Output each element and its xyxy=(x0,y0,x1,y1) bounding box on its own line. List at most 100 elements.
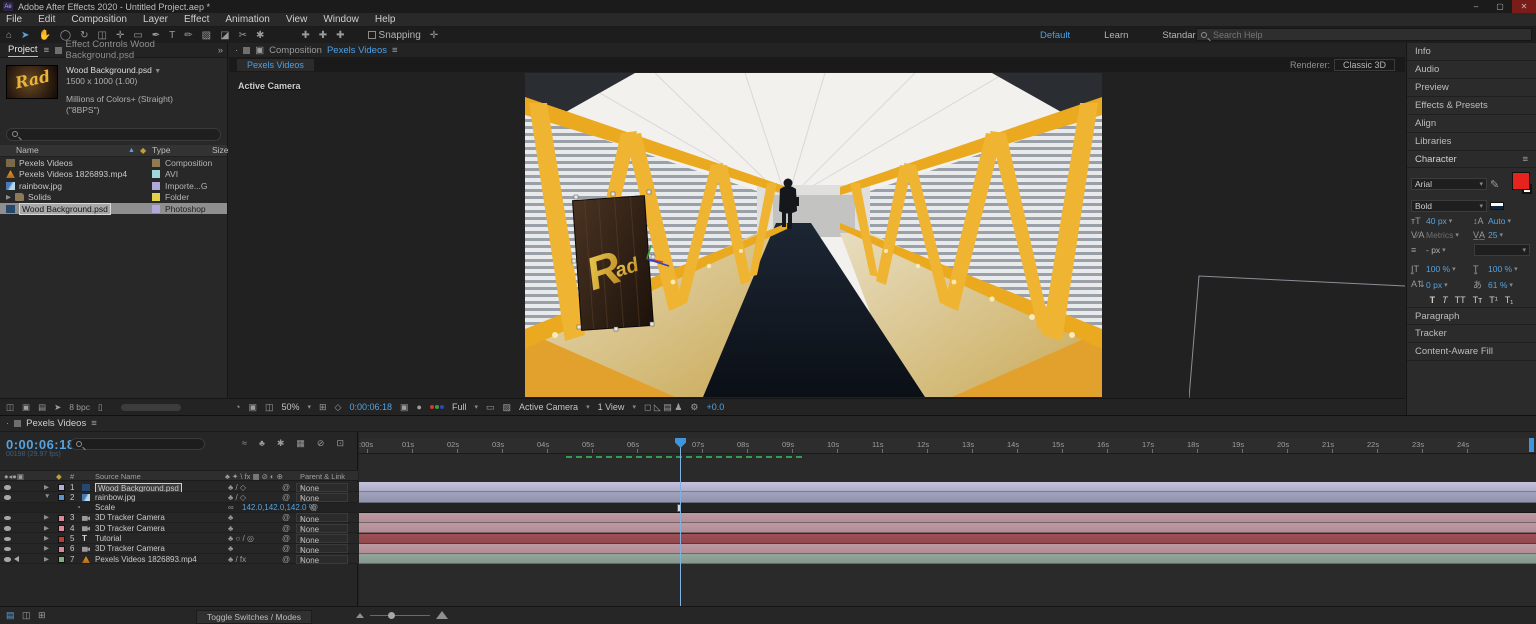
label-chip[interactable] xyxy=(58,556,65,563)
delete-icon[interactable]: ▯ xyxy=(98,402,103,413)
draft-3d-icon[interactable]: ♣ xyxy=(259,438,265,449)
expand-arrow-icon[interactable]: ▶ xyxy=(44,555,49,563)
menu-help[interactable]: Help xyxy=(375,14,396,25)
track-bar-7[interactable] xyxy=(359,554,1536,564)
snap-options-icon[interactable]: ✛ xyxy=(430,30,438,41)
parent-select[interactable]: None▾ xyxy=(296,524,348,533)
column-size[interactable]: Size xyxy=(212,145,229,155)
panel-character-header[interactable]: Character ≡ xyxy=(1407,151,1536,168)
footage-name[interactable]: Wood Background.psd xyxy=(66,65,152,75)
workspace-default[interactable]: Default xyxy=(1040,30,1070,41)
playhead-line[interactable] xyxy=(680,438,681,606)
font-family-select[interactable]: Arial ▾ xyxy=(1411,178,1487,190)
column-type[interactable]: Type xyxy=(152,145,170,155)
new-folder-icon[interactable]: ▣ xyxy=(22,402,30,413)
pickwhip-icon[interactable]: @ xyxy=(310,503,318,512)
eyedropper-icon[interactable]: ✎ xyxy=(1490,178,1503,191)
menu-file[interactable]: File xyxy=(6,14,22,25)
panel-paragraph[interactable]: Paragraph xyxy=(1407,307,1536,325)
stroke-width-value[interactable]: - px xyxy=(1426,245,1440,255)
roto-brush-tool-icon[interactable]: ✂ xyxy=(239,30,247,41)
view-select[interactable]: Active Camera xyxy=(519,402,578,412)
menu-effect[interactable]: Effect xyxy=(184,14,209,25)
channel-icon[interactable] xyxy=(430,405,444,409)
scale-value[interactable]: 142.0,142.0,142.0 % xyxy=(242,503,316,512)
pickwhip-icon[interactable]: @ xyxy=(282,483,290,492)
viewer-tab-pexels-videos[interactable]: Pexels Videos xyxy=(237,59,314,71)
expand-arrow-icon[interactable]: ▶ xyxy=(44,534,49,542)
pickwhip-icon[interactable]: @ xyxy=(282,534,290,543)
layer-row-7[interactable]: ▶ 7 Pexels Videos 1826893.mp4 ♣ / fx @ N… xyxy=(0,554,358,564)
composition-tab-label[interactable]: Composition xyxy=(269,45,322,56)
label-chip[interactable] xyxy=(58,536,65,543)
panel-libraries[interactable]: Libraries xyxy=(1407,133,1536,151)
snapping-checkbox[interactable] xyxy=(368,31,376,39)
tab-overflow-icon[interactable]: » xyxy=(218,45,223,56)
snapshot-icon[interactable]: ▣ xyxy=(400,402,409,413)
parent-select[interactable]: None▾ xyxy=(296,483,348,492)
scale-property-row[interactable]: ◔ Scale ∞ 142.0,142.0,142.0 % @ xyxy=(0,503,358,513)
column-name[interactable]: Name xyxy=(16,145,39,155)
baseline-shift-value[interactable]: 0 px xyxy=(1426,280,1442,290)
main-viewer-icon[interactable]: ▣ xyxy=(248,402,257,413)
all-caps-button[interactable]: TT xyxy=(1455,295,1466,305)
expand-arrow-icon[interactable]: ▶ xyxy=(44,513,49,521)
layer-switches[interactable]: ♣ / ◇ xyxy=(228,483,246,492)
panel-menu-icon[interactable]: ≡ xyxy=(392,45,398,56)
show-snapshot-icon[interactable]: ● xyxy=(417,402,422,412)
menu-layer[interactable]: Layer xyxy=(143,14,168,25)
current-time-display[interactable]: 0:00:06:18 xyxy=(349,402,392,412)
expand-arrow-icon[interactable]: ▶ xyxy=(44,544,49,552)
layer-row-5[interactable]: ▶ 5 T Tutorial ♣ ○ / ◎ @ None▾ xyxy=(0,534,358,544)
layer-switches[interactable]: ♣ xyxy=(228,513,233,522)
layer-switches[interactable]: ♣ xyxy=(228,544,233,553)
search-help-input[interactable] xyxy=(1211,29,1501,41)
panel-align[interactable]: Align xyxy=(1407,115,1536,133)
snapping-toggle[interactable]: Snapping xyxy=(368,30,421,41)
frame-blending-icon[interactable]: ▦ xyxy=(296,438,305,449)
eye-icon[interactable] xyxy=(4,495,11,500)
pickwhip-icon[interactable]: @ xyxy=(282,493,290,502)
parent-select[interactable]: None▾ xyxy=(296,555,348,564)
layer-name[interactable]: Pexels Videos 1826893.mp4 xyxy=(95,555,197,564)
renderer-value[interactable]: Classic 3D xyxy=(1334,59,1395,71)
exposure-gear-icon[interactable]: ⚙ xyxy=(690,402,698,413)
menu-animation[interactable]: Animation xyxy=(225,14,269,25)
subscript-button[interactable]: T₁ xyxy=(1505,295,1514,305)
project-row-rainbow[interactable]: rainbow.jpg Importe...G xyxy=(0,180,227,192)
timeline-tab-pexels-videos[interactable]: Pexels Videos xyxy=(26,418,86,429)
region-of-interest-icon[interactable]: ▭ xyxy=(486,402,495,413)
workspace-learn[interactable]: Learn xyxy=(1104,30,1128,41)
selection-tool-icon[interactable]: ➤ xyxy=(21,30,29,41)
puppet-pin-tool-icon[interactable]: ✱ xyxy=(256,30,264,41)
timeline-search-box[interactable] xyxy=(70,438,205,450)
parent-select[interactable]: None▾ xyxy=(296,544,348,553)
hide-shy-layers-icon[interactable]: ✱ xyxy=(277,438,285,449)
tab-effect-controls[interactable]: Effect Controls Wood Background.psd xyxy=(55,39,212,61)
local-axis-mode-icon[interactable]: ✚ xyxy=(301,30,309,41)
expand-in-out-icon[interactable]: ⊞ xyxy=(38,610,46,621)
menu-view[interactable]: View xyxy=(286,14,308,25)
default-fill-stroke-icon[interactable] xyxy=(1490,202,1504,210)
project-search-box[interactable] xyxy=(6,128,221,141)
zoom-out-mountain-icon[interactable] xyxy=(356,613,364,618)
label-chip[interactable] xyxy=(58,494,65,501)
horizontal-scale-value[interactable]: 100 % xyxy=(1488,264,1512,274)
new-composition-icon[interactable]: ▤ xyxy=(38,402,46,413)
track-bar-5[interactable] xyxy=(359,534,1536,544)
search-help-box[interactable] xyxy=(1196,28,1532,41)
dimensions-link-icon[interactable]: ∞ xyxy=(228,503,234,512)
layer-name[interactable]: 3D Tracker Camera xyxy=(95,513,165,522)
label-chip[interactable] xyxy=(58,515,65,522)
panel-audio[interactable]: Audio xyxy=(1407,61,1536,79)
panel-menu-icon[interactable]: ≡ xyxy=(44,45,50,56)
zoom-slider-track[interactable] xyxy=(370,615,430,616)
pickwhip-icon[interactable]: @ xyxy=(282,524,290,533)
expand-arrow-icon[interactable]: ▶ xyxy=(44,483,49,491)
expand-transfer-modes-icon[interactable]: ◫ xyxy=(22,610,31,621)
tsume-value[interactable]: 61 % xyxy=(1488,280,1507,290)
footage-caret-icon[interactable]: ▼ xyxy=(154,68,161,75)
minimize-icon[interactable]: – xyxy=(1464,0,1488,13)
grid-guides-icon[interactable]: ⊞ xyxy=(319,402,327,413)
exposure-value[interactable]: +0.0 xyxy=(707,402,725,412)
